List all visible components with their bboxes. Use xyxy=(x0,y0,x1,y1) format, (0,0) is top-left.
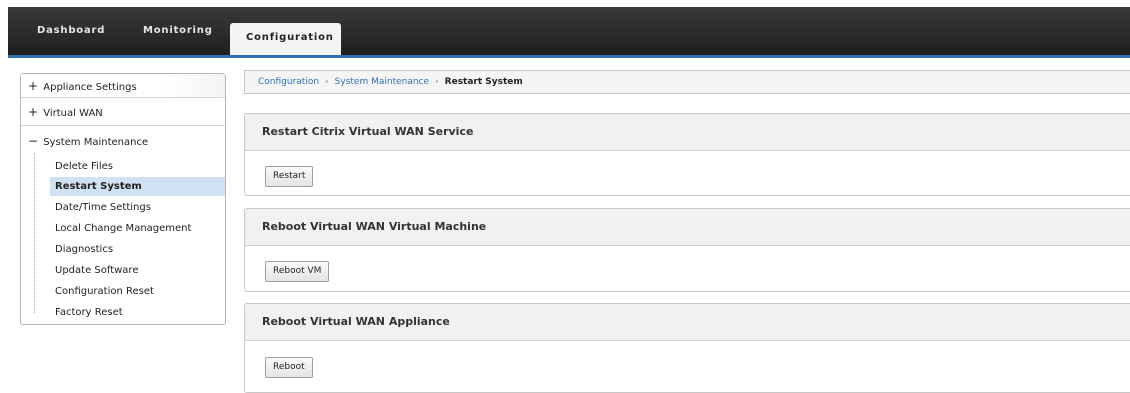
sidebar-group-label: System Maintenance xyxy=(43,137,149,148)
panel-reboot-appliance: Reboot Virtual WAN Appliance Reboot xyxy=(244,303,1130,393)
breadcrumb-link-configuration[interactable]: Configuration xyxy=(258,77,319,87)
sidebar-item-restart-system[interactable]: Restart System xyxy=(50,177,225,196)
sidebar-item-update-software[interactable]: Update Software xyxy=(52,261,225,280)
breadcrumb-current: Restart System xyxy=(444,77,523,87)
sidebar-item-configuration-reset[interactable]: Configuration Reset xyxy=(52,282,225,301)
sidebar-group-virtual-wan[interactable]: + Virtual WAN xyxy=(21,98,225,126)
expand-icon: + xyxy=(28,105,39,119)
tab-configuration[interactable]: Configuration xyxy=(230,23,341,55)
sidebar-item-factory-reset[interactable]: Factory Reset xyxy=(52,303,225,322)
panel-reboot-vm: Reboot Virtual WAN Virtual Machine Reboo… xyxy=(244,208,1130,292)
nav-accent-bar xyxy=(8,55,1130,58)
sidebar-item-delete-files[interactable]: Delete Files xyxy=(52,157,225,176)
panel-restart-service: Restart Citrix Virtual WAN Service Resta… xyxy=(244,113,1130,196)
panel-title: Reboot Virtual WAN Appliance xyxy=(245,304,1130,341)
breadcrumb-separator-icon: › xyxy=(435,77,439,87)
panel-title: Reboot Virtual WAN Virtual Machine xyxy=(245,209,1130,246)
tree-connector-line xyxy=(34,153,35,313)
expand-icon: + xyxy=(28,79,39,93)
reboot-button[interactable]: Reboot xyxy=(265,357,313,378)
collapse-icon: − xyxy=(28,134,39,148)
breadcrumb: Configuration › System Maintenance › Restart… xyxy=(244,70,1130,94)
tab-dashboard[interactable]: Dashboard xyxy=(37,7,105,55)
sidebar-group-system-maintenance[interactable]: − System Maintenance xyxy=(21,126,225,153)
restart-button[interactable]: Restart xyxy=(265,166,314,187)
sidebar-item-diagnostics[interactable]: Diagnostics xyxy=(52,240,225,259)
top-nav-bar: Dashboard Monitoring Configuration xyxy=(8,7,1130,55)
sidebar-tree: + Appliance Settings + Virtual WAN − Sys… xyxy=(20,73,226,325)
reboot-vm-button[interactable]: Reboot VM xyxy=(265,261,330,282)
sidebar-group-appliance-settings[interactable]: + Appliance Settings xyxy=(21,74,225,98)
breadcrumb-link-system-maintenance[interactable]: System Maintenance xyxy=(335,77,429,87)
sidebar-group-label: Appliance Settings xyxy=(43,82,137,93)
panel-title: Restart Citrix Virtual WAN Service xyxy=(245,114,1130,151)
tab-monitoring[interactable]: Monitoring xyxy=(143,7,213,55)
sidebar-group-label: Virtual WAN xyxy=(43,108,103,119)
sidebar-item-date-time-settings[interactable]: Date/Time Settings xyxy=(52,198,225,217)
breadcrumb-separator-icon: › xyxy=(325,77,329,87)
sidebar-item-local-change-management[interactable]: Local Change Management xyxy=(52,219,225,238)
